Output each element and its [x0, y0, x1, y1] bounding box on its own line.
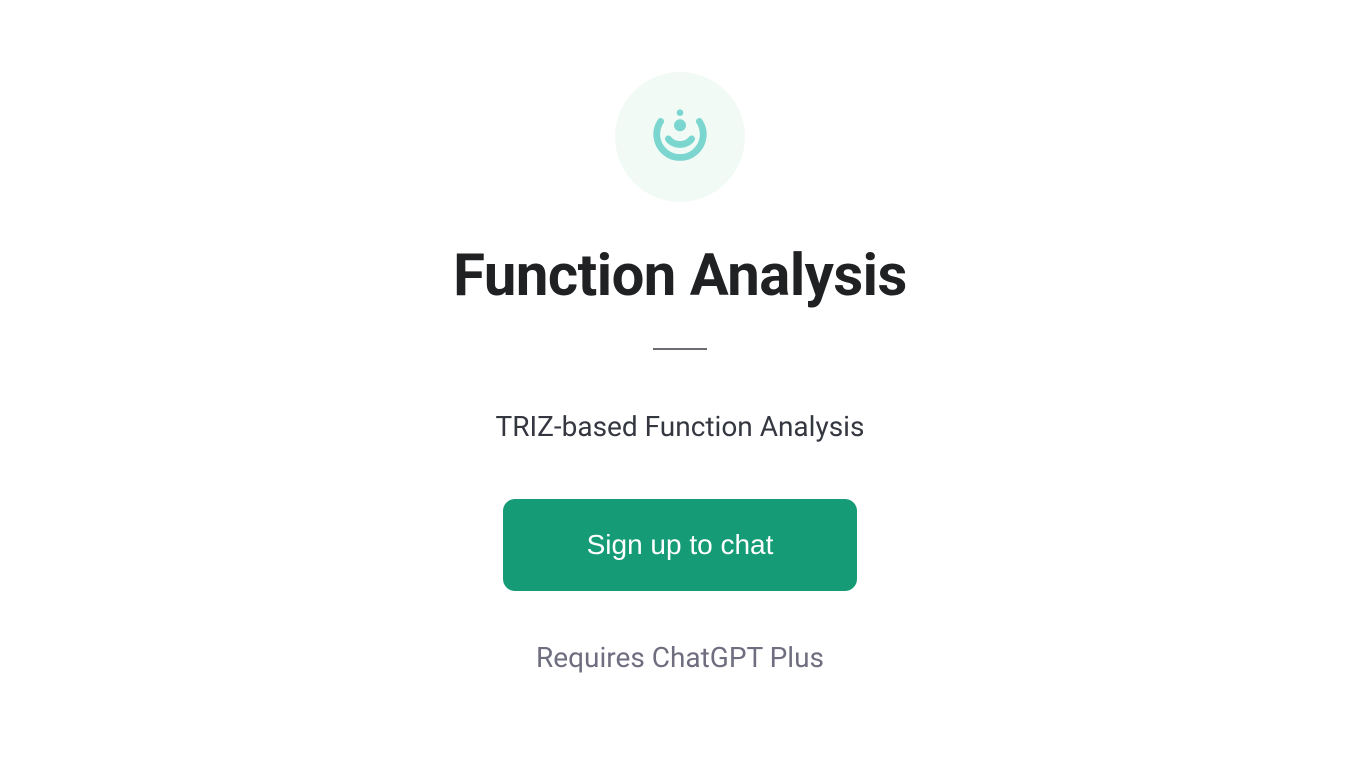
title-divider [653, 348, 707, 350]
signup-button[interactable]: Sign up to chat [503, 499, 858, 591]
requires-text: Requires ChatGPT Plus [536, 641, 824, 674]
app-logo-container [615, 72, 745, 202]
app-logo-icon [649, 104, 711, 170]
subtitle-text: TRIZ-based Function Analysis [496, 410, 865, 443]
page-title: Function Analysis [453, 242, 907, 310]
